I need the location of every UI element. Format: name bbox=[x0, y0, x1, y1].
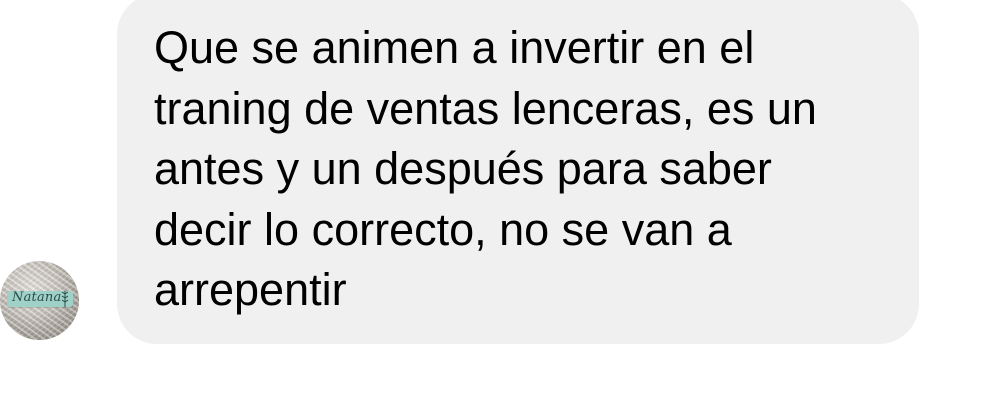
leaf-icon bbox=[61, 291, 69, 307]
message-text: Que se animen a invertir en el traning d… bbox=[154, 18, 894, 321]
message-line-5: arrepentir bbox=[154, 264, 347, 315]
message-line-1: Que se animen a invertir en el bbox=[154, 22, 755, 73]
incoming-message-row: Natana Que se animen a invertir en el tr… bbox=[0, 0, 990, 399]
sender-avatar[interactable]: Natana bbox=[0, 261, 79, 340]
avatar-logo-text: Natana bbox=[12, 290, 62, 305]
message-line-4: decir lo correcto, no se van a bbox=[154, 203, 732, 255]
chat-screen: Natana Que se animen a invertir en el tr… bbox=[0, 0, 990, 399]
message-line-2: traning de ventas lenceras, es un bbox=[154, 82, 817, 134]
message-line-3: antes y un después para saber bbox=[154, 143, 772, 194]
